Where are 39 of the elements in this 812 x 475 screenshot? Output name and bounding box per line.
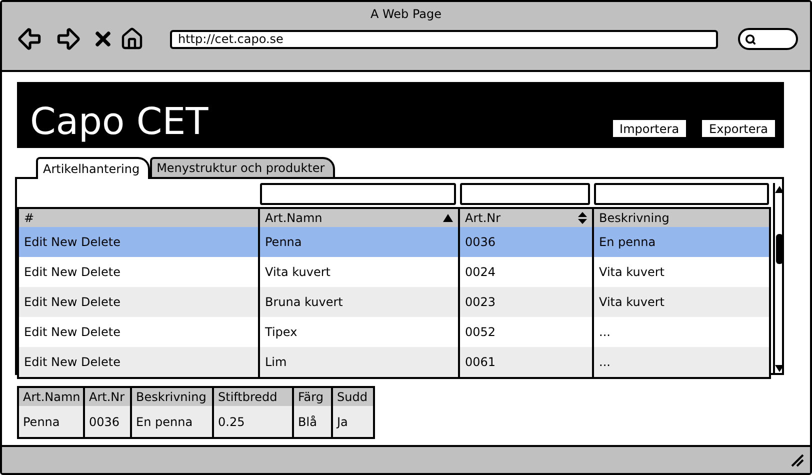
sort-up-icon[interactable]: [443, 214, 453, 222]
search-icon: [745, 34, 756, 44]
scroll-up-icon[interactable]: [775, 186, 784, 193]
column-header: Färg: [294, 388, 333, 406]
table-cell: 0036: [85, 406, 132, 437]
tab[interactable]: Menystruktur och produkter: [150, 157, 335, 177]
table-row[interactable]: Edit New Delete Penna 0036 En penna: [19, 227, 771, 257]
header-button[interactable]: Importera: [612, 119, 688, 138]
table-cell: Lim: [260, 347, 460, 377]
tab[interactable]: Artikelhantering: [36, 157, 150, 179]
scroll-thumb[interactable]: [776, 234, 783, 264]
table-cell: Blå: [294, 406, 333, 437]
header-button[interactable]: Exportera: [701, 119, 776, 138]
table-cell: Penna: [19, 406, 85, 437]
table-cell: En penna: [132, 406, 214, 437]
table-cell: ...: [594, 347, 771, 377]
column-header: Art.Nr: [85, 388, 132, 406]
app-title: Capo CET: [30, 103, 208, 140]
table-row[interactable]: Edit New Delete Bruna kuvert 0023 Vita kuvert: [19, 287, 771, 317]
sort-icon[interactable]: [578, 212, 587, 224]
window-title: A Web Page: [370, 7, 442, 21]
column-header: Sudd: [333, 388, 375, 406]
column-header: Beskrivning: [132, 388, 214, 406]
table-row[interactable]: Edit New Delete Lim 0061 ...: [19, 347, 771, 377]
scroll-down-icon[interactable]: [775, 365, 784, 372]
table-cell: Edit New Delete: [19, 347, 260, 377]
home-icon[interactable]: [120, 27, 144, 51]
column-header: Art.Namn: [19, 388, 85, 406]
scrollbar[interactable]: [773, 183, 784, 375]
column-header: Stiftbredd: [214, 388, 294, 406]
table-cell: 0061: [460, 347, 594, 377]
filter-field[interactable]: [460, 183, 590, 205]
url-field[interactable]: http://cet.capo.se: [170, 30, 718, 48]
filter-field[interactable]: [594, 183, 769, 205]
table-cell: 0.25: [214, 406, 294, 437]
filter-field[interactable]: [260, 183, 456, 205]
table-cell: Ja: [333, 406, 375, 437]
search-field[interactable]: [738, 28, 798, 50]
resize-grip-icon[interactable]: [790, 453, 804, 467]
